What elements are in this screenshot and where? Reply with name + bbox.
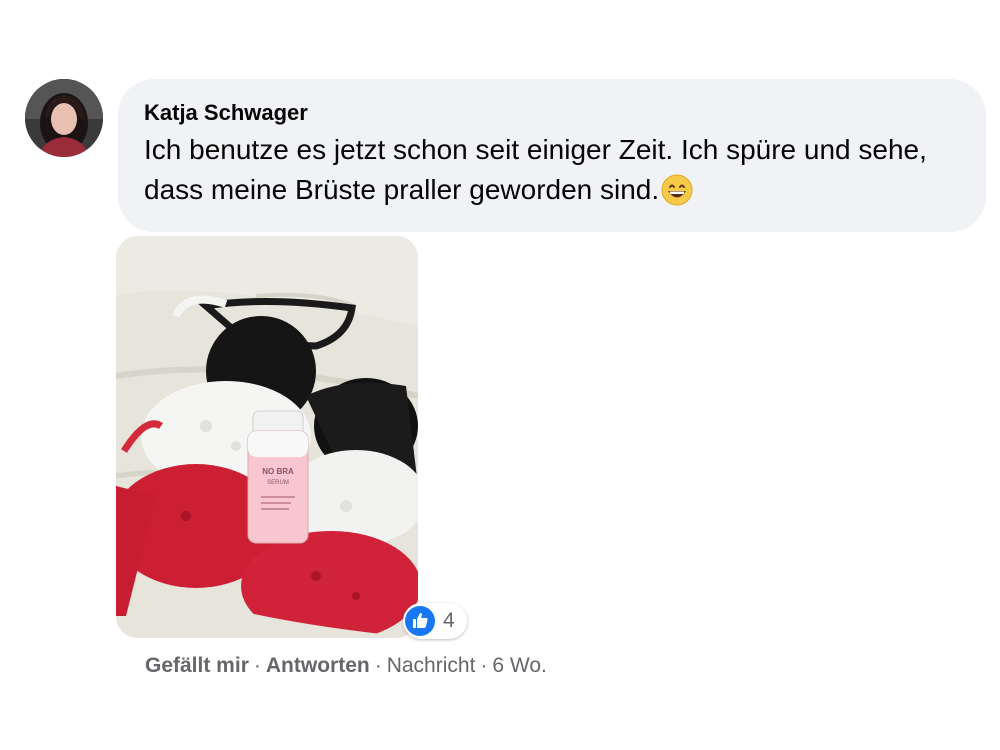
like-action[interactable]: Gefällt mir (145, 654, 249, 677)
reply-action[interactable]: Antworten (266, 654, 370, 677)
comment-text: Ich benutze es jetzt schon seit einiger … (144, 134, 927, 205)
comment-body: Ich benutze es jetzt schon seit einiger … (144, 130, 960, 210)
like-icon (405, 606, 435, 636)
reaction-summary[interactable]: 4 (403, 603, 467, 639)
comment-bubble: Katja Schwager Ich benutze es jetzt scho… (118, 79, 986, 232)
separator: · (253, 654, 261, 677)
grinning-face-emoji (661, 174, 693, 206)
comment-actions: Gefällt mir · Antworten · Nachricht · 6 Wo. (145, 652, 547, 680)
lingerie-product-photo: NO BRA SERUM (116, 236, 418, 638)
avatar[interactable] (25, 79, 103, 157)
separator: · (480, 654, 488, 677)
comment-timestamp[interactable]: 6 Wo. (492, 654, 546, 677)
separator: · (374, 654, 382, 677)
comment-photo[interactable]: NO BRA SERUM (116, 236, 418, 638)
profile-photo (25, 79, 103, 157)
bottle-label-line2: SERUM (267, 480, 289, 486)
message-action[interactable]: Nachricht (387, 654, 476, 677)
reaction-count: 4 (443, 609, 455, 632)
comment-author[interactable]: Katja Schwager (144, 99, 308, 127)
bottle-label-line1: NO BRA (262, 467, 294, 476)
